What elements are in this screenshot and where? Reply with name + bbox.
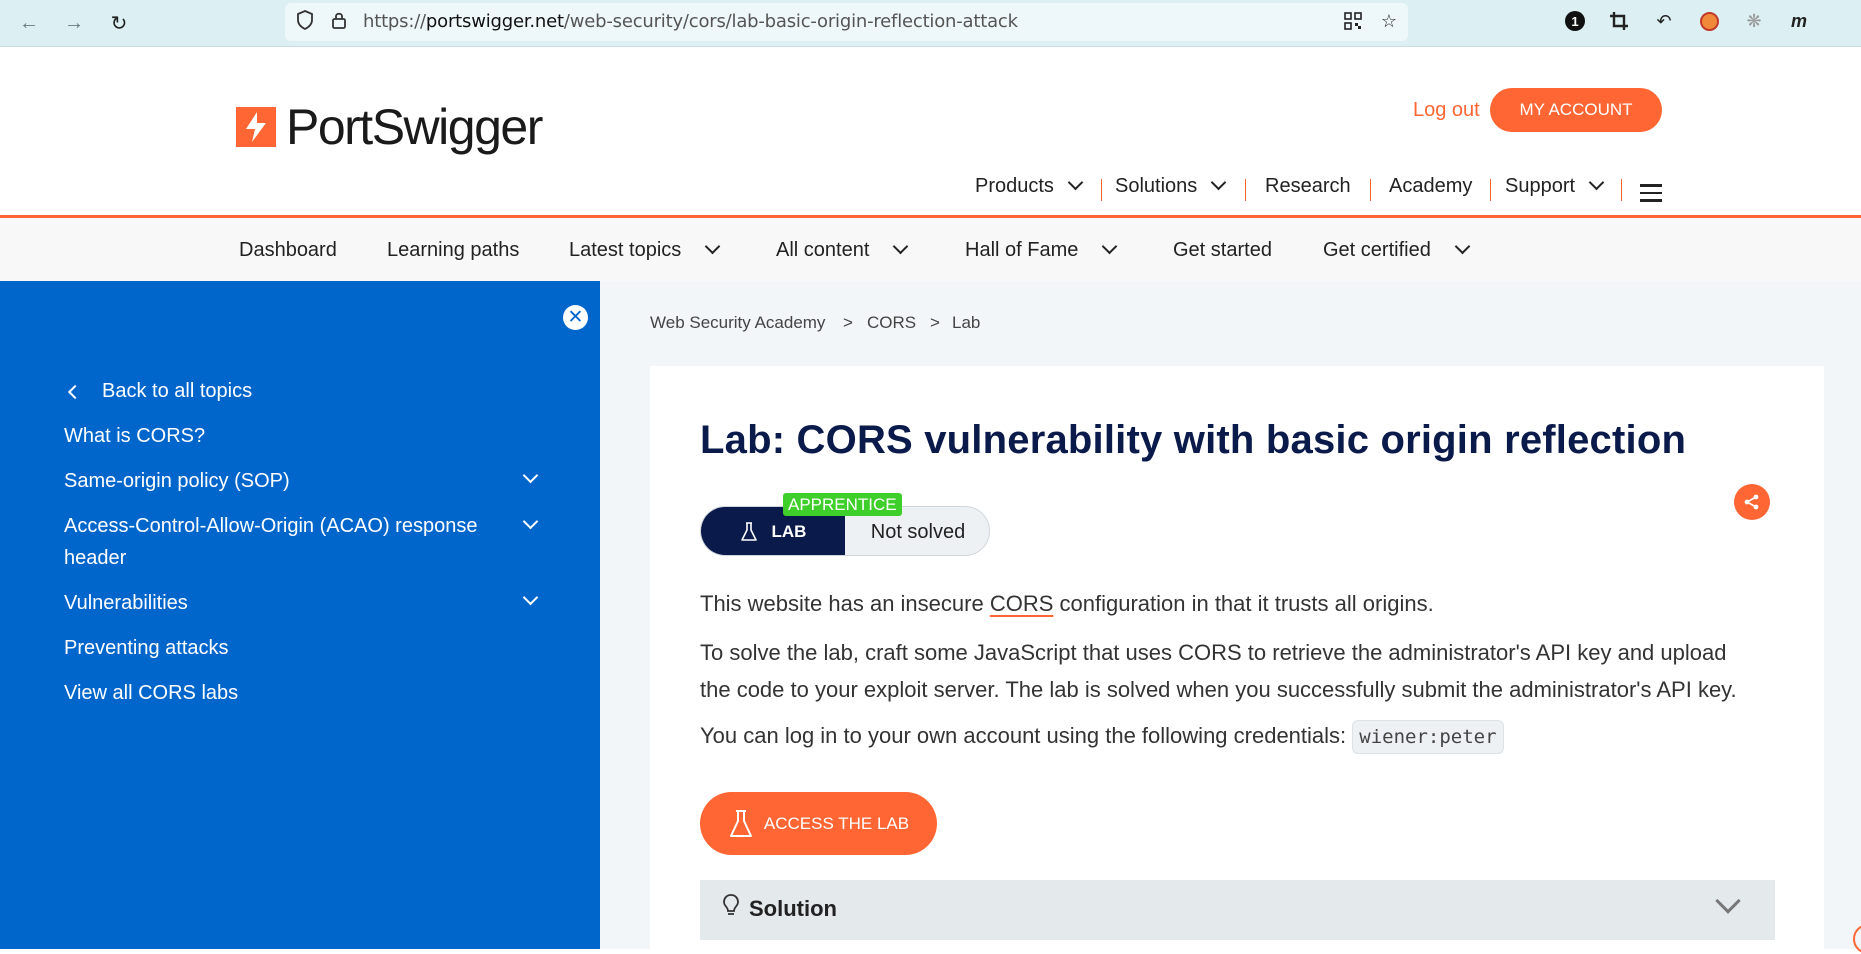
sidebar-item-sop[interactable]: Same-origin policy (SOP): [64, 470, 290, 493]
extension-badge-icon[interactable]: 1: [1564, 10, 1586, 32]
blocker-extension-icon[interactable]: [1698, 10, 1720, 32]
chevron-down-icon: [1715, 888, 1741, 914]
description-paragraph: This website has an insecure CORS config…: [700, 591, 1434, 617]
lightning-logo-icon: [236, 107, 276, 147]
subnav-learning-paths[interactable]: Learning paths: [387, 239, 519, 262]
site-header: PortSwigger Log out MY ACCOUNT Products …: [0, 47, 1861, 217]
chevron-down-icon: [1211, 174, 1227, 191]
back-to-topics-label: Back to all topics: [102, 380, 253, 402]
subnav-latest-topics-label: Latest topics: [569, 239, 682, 261]
logout-link[interactable]: Log out: [1413, 99, 1480, 122]
subnav-hall-of-fame[interactable]: Hall of Fame: [965, 238, 1118, 262]
bookmark-star-icon[interactable]: ☆: [1378, 10, 1400, 32]
subnav-all-content[interactable]: All content: [776, 238, 909, 262]
chevron-down-icon: [1454, 238, 1471, 255]
access-lab-label: ACCESS THE LAB: [763, 813, 910, 833]
hamburger-menu-icon[interactable]: [1640, 184, 1662, 202]
solution-label: Solution: [749, 896, 837, 921]
sidebar-item-preventing-attacks[interactable]: Preventing attacks: [64, 637, 229, 660]
subnav-dashboard[interactable]: Dashboard: [239, 239, 337, 262]
level-badge: APPRENTICE: [783, 493, 902, 516]
flask-icon: [729, 809, 752, 837]
chevron-down-icon: [1588, 174, 1605, 191]
nav-support-label: Support: [1505, 175, 1576, 197]
nav-divider: [1245, 179, 1246, 201]
nav-divider: [1621, 179, 1622, 201]
description-text-end: configuration in that it trusts all orig…: [1053, 591, 1434, 616]
description-text: This website has an insecure: [700, 591, 990, 616]
nav-academy[interactable]: Academy: [1389, 175, 1472, 198]
breadcrumb-lab[interactable]: Lab: [952, 313, 980, 333]
nav-divider: [1490, 179, 1491, 201]
chevron-down-icon: [705, 238, 721, 255]
breadcrumb-cors[interactable]: CORS: [867, 313, 916, 333]
lock-icon[interactable]: [331, 10, 347, 35]
cors-link[interactable]: CORS: [990, 591, 1054, 616]
close-sidebar-icon[interactable]: ✕: [563, 305, 588, 330]
chevron-left-icon: [67, 384, 83, 400]
url-path: /web-security/cors/lab-basic-origin-refl…: [563, 11, 1018, 32]
credentials-code: wiener:peter: [1352, 720, 1504, 754]
subnav-latest-topics[interactable]: Latest topics: [569, 238, 721, 262]
credentials-paragraph: You can log in to your own account using…: [700, 720, 1504, 754]
badge-count: 1: [1565, 11, 1585, 31]
nav-research[interactable]: Research: [1265, 175, 1351, 198]
crop-icon[interactable]: [1608, 10, 1630, 32]
browser-toolbar: ← → ↻ https://portswigger.net/web-securi…: [0, 0, 1861, 47]
subnav-hall-of-fame-label: Hall of Fame: [965, 239, 1079, 261]
back-arrow-icon[interactable]: ←: [14, 8, 44, 38]
nav-products-label: Products: [975, 175, 1054, 197]
academy-subnav: Dashboard Learning paths Latest topics A…: [0, 218, 1861, 281]
m-extension-icon[interactable]: m: [1788, 10, 1810, 32]
my-account-button[interactable]: MY ACCOUNT: [1490, 88, 1662, 132]
sidebar-item-view-all-labs[interactable]: View all CORS labs: [64, 682, 238, 705]
page-title: Lab: CORS vulnerability with basic origi…: [700, 418, 1687, 462]
share-icon[interactable]: [1734, 484, 1770, 520]
sidebar-item-vulnerabilities[interactable]: Vulnerabilities: [64, 592, 188, 615]
subnav-get-started[interactable]: Get started: [1173, 239, 1272, 262]
reload-icon[interactable]: ↻: [104, 8, 134, 38]
sidebar-item-what-is-cors[interactable]: What is CORS?: [64, 425, 205, 448]
qr-code-icon[interactable]: [1342, 10, 1364, 32]
instructions-line-2: the code to your exploit server. The lab…: [700, 677, 1737, 702]
extension-gear-icon[interactable]: ❋: [1743, 10, 1765, 32]
url-host: portswigger.net: [425, 11, 564, 32]
credentials-text: You can log in to your own account using…: [700, 723, 1353, 748]
sidebar-item-acao[interactable]: Access-Control-Allow-Origin (ACAO) respo…: [64, 515, 477, 538]
nav-solutions-label: Solutions: [1115, 175, 1198, 197]
breadcrumb-academy[interactable]: Web Security Academy: [650, 313, 825, 333]
back-to-topics-link[interactable]: Back to all topics: [64, 380, 252, 403]
breadcrumb-separator: >: [930, 313, 940, 332]
subnav-all-content-label: All content: [776, 239, 870, 261]
flask-icon: [740, 522, 757, 541]
url-text[interactable]: https://portswigger.net/web-security/cor…: [363, 11, 1018, 32]
url-prefix: https://: [363, 11, 426, 32]
nav-divider: [1370, 179, 1371, 201]
forward-arrow-icon[interactable]: →: [59, 8, 89, 38]
lightbulb-icon: [723, 894, 739, 915]
subnav-get-certified-label: Get certified: [1323, 239, 1431, 261]
shield-icon[interactable]: [296, 10, 314, 35]
instructions-line-1: To solve the lab, craft some JavaScript …: [700, 640, 1727, 665]
chevron-down-icon: [1102, 238, 1118, 255]
chevron-down-icon: [893, 238, 909, 255]
subnav-get-certified[interactable]: Get certified: [1323, 238, 1471, 262]
chevron-down-icon: [1067, 174, 1084, 191]
undo-arrow-icon[interactable]: ↶: [1653, 10, 1675, 32]
logo-text: PortSwigger: [286, 99, 543, 155]
solution-accordion[interactable]: Solution: [700, 880, 1775, 940]
nav-support[interactable]: Support: [1505, 174, 1605, 198]
nav-products[interactable]: Products: [975, 174, 1084, 198]
sidebar-item-acao-line2[interactable]: header: [64, 547, 126, 570]
breadcrumb-separator: >: [843, 313, 853, 332]
lab-tag-label: LAB: [771, 522, 807, 541]
access-lab-button[interactable]: ACCESS THE LAB: [700, 792, 937, 855]
nav-solutions[interactable]: Solutions: [1115, 174, 1227, 198]
nav-divider: [1101, 179, 1102, 201]
portswigger-logo[interactable]: PortSwigger: [236, 99, 543, 155]
